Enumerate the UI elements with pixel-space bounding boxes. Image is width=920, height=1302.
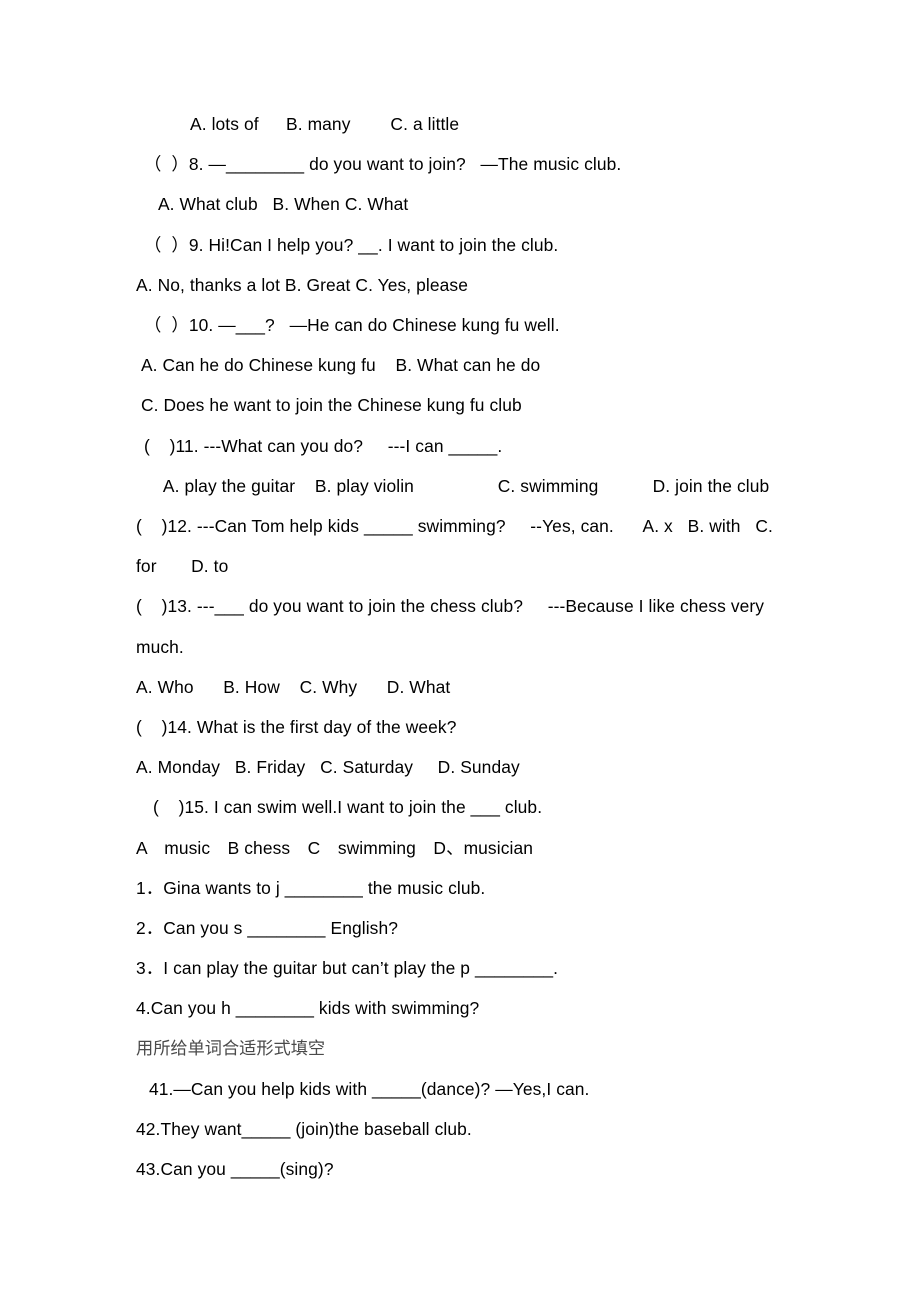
question-11-stem: ( )11. ---What can you do? ---I can ____… [144, 435, 503, 456]
section-heading-word-forms: 用所给单词合适形式填空 [136, 1038, 326, 1058]
question-9-stem: （ ）9. Hi!Can I help you? __. I want to j… [144, 234, 559, 255]
question-15-options: A music B chess C swimming D、musician [136, 837, 533, 858]
question-10-option-c: C. Does he want to join the Chinese kung… [136, 395, 522, 416]
question-8-options: A. What club B. When C. What [153, 194, 409, 215]
question-12: ( )12. ---Can Tom help kids _____ swimmi… [136, 516, 778, 577]
worksheet-page: A. lots of B. many C. a little （ ）8. —__… [0, 0, 920, 1302]
question-13-stem: ( )13. ---___ do you want to join the ch… [136, 596, 770, 657]
word-form-item-41: 41.—Can you help kids with _____(dance)?… [144, 1078, 590, 1099]
question-8-stem: （ ）8. —________ do you want to join? —Th… [144, 154, 622, 175]
fill-blank-item-3: 3．I can play the guitar but can’t play t… [136, 958, 559, 979]
question-9-options: A. No, thanks a lot B. Great C. Yes, ple… [136, 274, 469, 295]
fill-blank-item-1: 1．Gina wants to j ________ the music clu… [136, 877, 486, 898]
fill-blank-item-4: 4.Can you h ________ kids with swimming? [136, 998, 480, 1019]
word-form-item-43: 43.Can you _____(sing)? [136, 1159, 334, 1180]
document-body: A. lots of B. many C. a little （ ）8. —__… [136, 104, 781, 1302]
question-11-options: A. play the guitar B. play violin C. swi… [153, 475, 770, 496]
question-14-stem: ( )14. What is the first day of the week… [136, 717, 457, 738]
question-15-stem: ( )15. I can swim well.I want to join th… [153, 797, 543, 818]
question-7-options: A. lots of B. many C. a little [190, 114, 460, 134]
question-14-options: A. Monday B. Friday C. Saturday D. Sunda… [136, 757, 520, 778]
page-bottom-margin [136, 1189, 781, 1302]
question-10-stem: （ ）10. —___? —He can do Chinese kung fu … [144, 315, 560, 336]
word-form-item-42: 42.They want_____ (join)the baseball clu… [136, 1119, 472, 1140]
question-10-options-ab: A. Can he do Chinese kung fu B. What can… [136, 355, 541, 376]
fill-blank-item-2: 2．Can you s ________ English? [136, 918, 399, 939]
question-13-options: A. Who B. How C. Why D. What [136, 676, 451, 697]
